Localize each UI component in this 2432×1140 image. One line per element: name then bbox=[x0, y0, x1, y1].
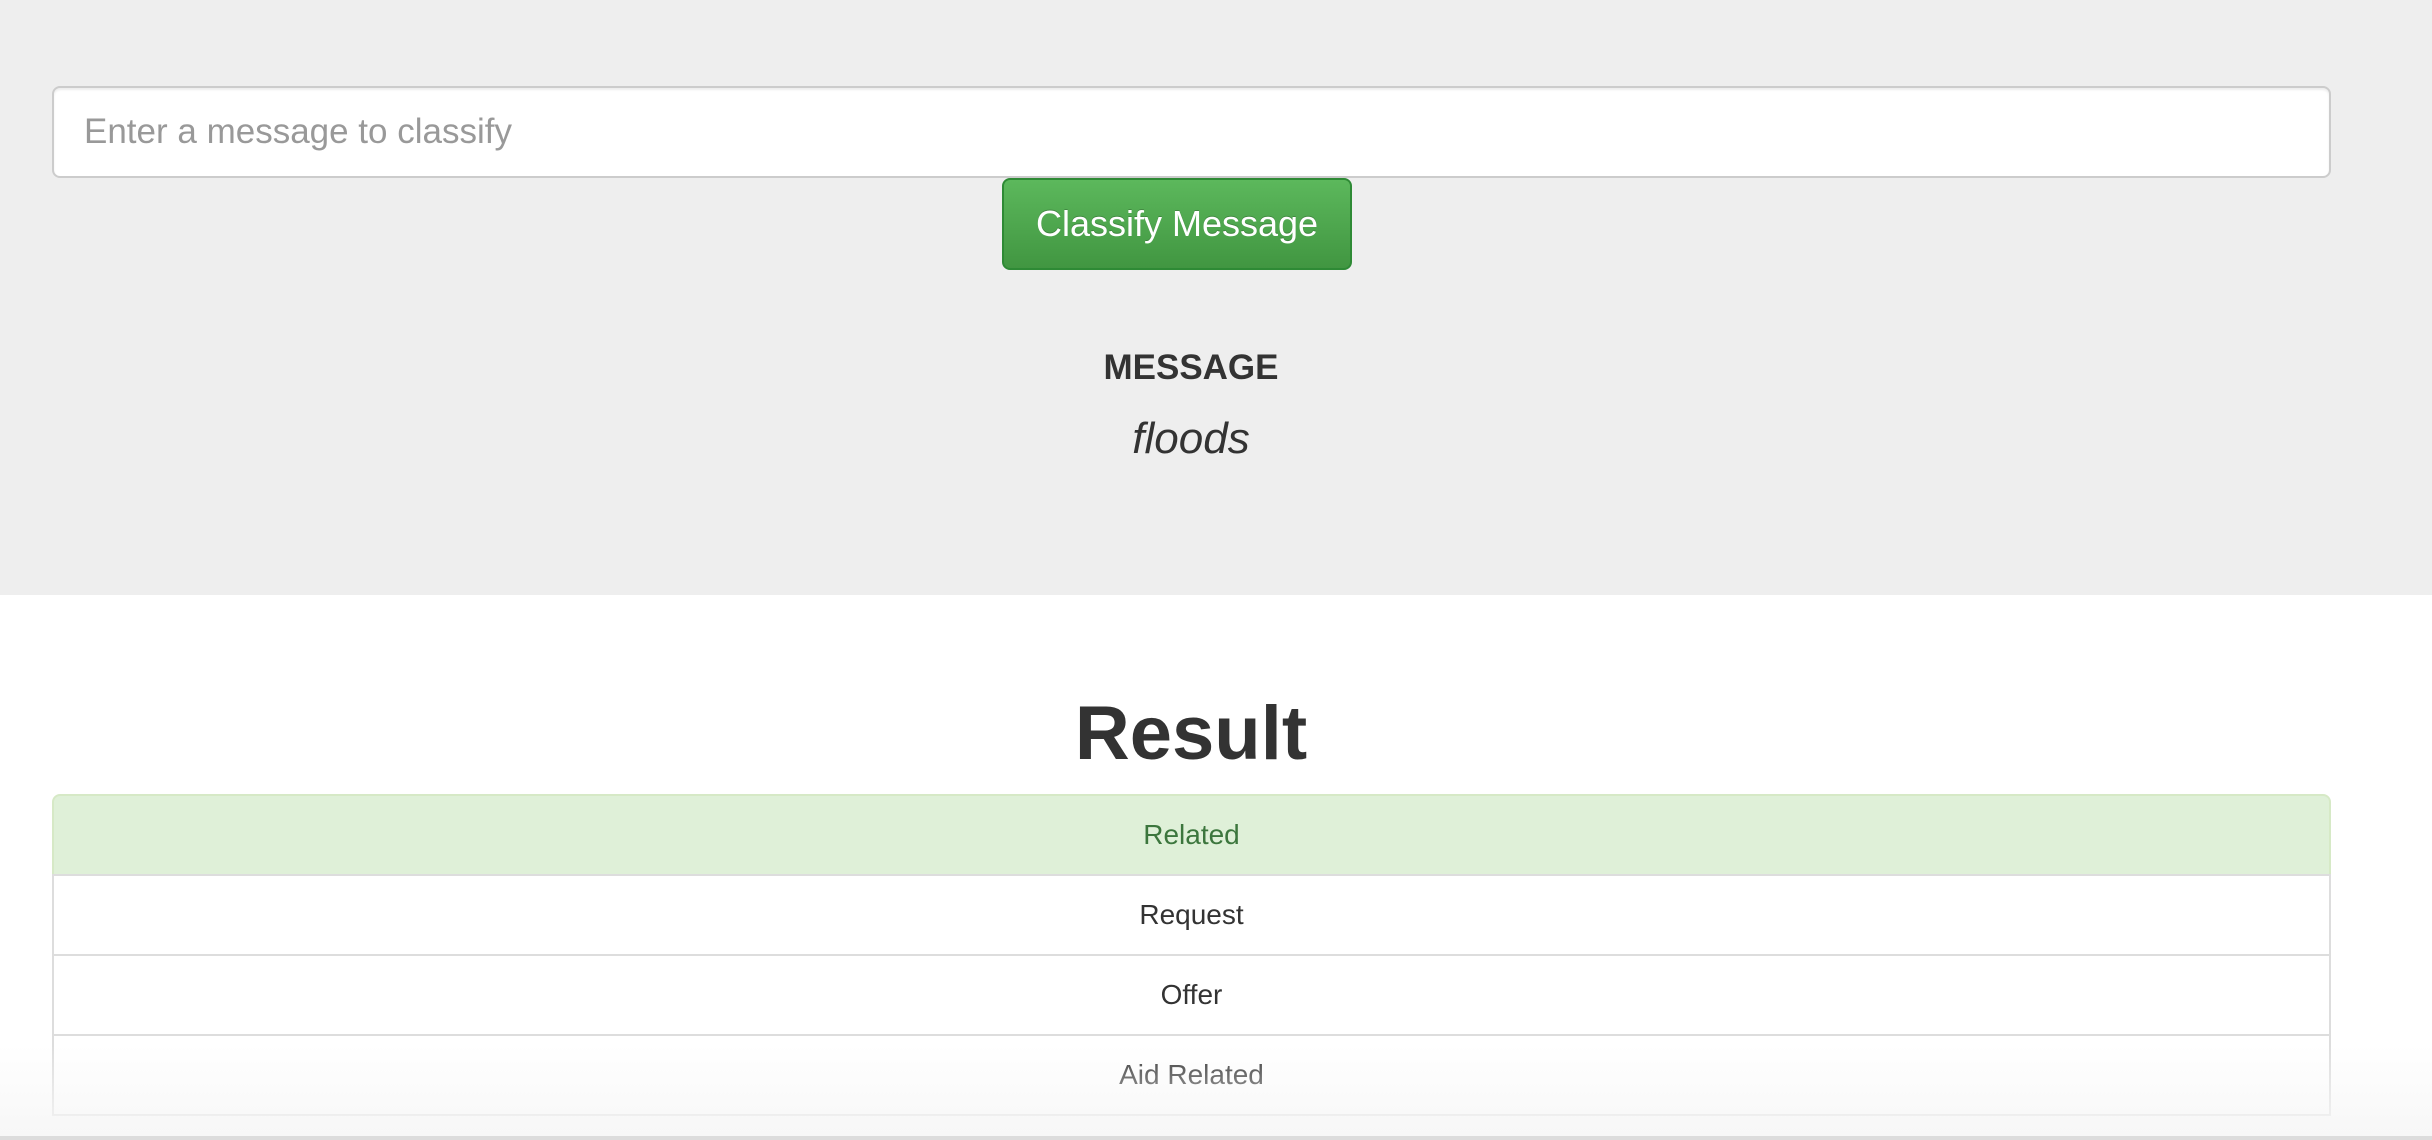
result-title: Result bbox=[1074, 691, 1308, 776]
result-category-item: Related bbox=[52, 794, 2331, 876]
result-category-item: Offer bbox=[52, 954, 2331, 1036]
message-text: floods bbox=[1132, 414, 1250, 463]
result-category-item: Aid Related bbox=[52, 1034, 2331, 1116]
result-category-item: Request bbox=[52, 874, 2331, 956]
window-bottom-edge bbox=[0, 1136, 2432, 1140]
result-category-list: Related Request Offer Aid Related bbox=[52, 794, 2331, 1116]
hero-section: Classify Message MESSAGE floods bbox=[0, 0, 2432, 595]
message-heading: MESSAGE bbox=[1103, 348, 1279, 387]
message-input[interactable] bbox=[52, 86, 2331, 178]
classify-message-button[interactable]: Classify Message bbox=[1002, 178, 1352, 270]
